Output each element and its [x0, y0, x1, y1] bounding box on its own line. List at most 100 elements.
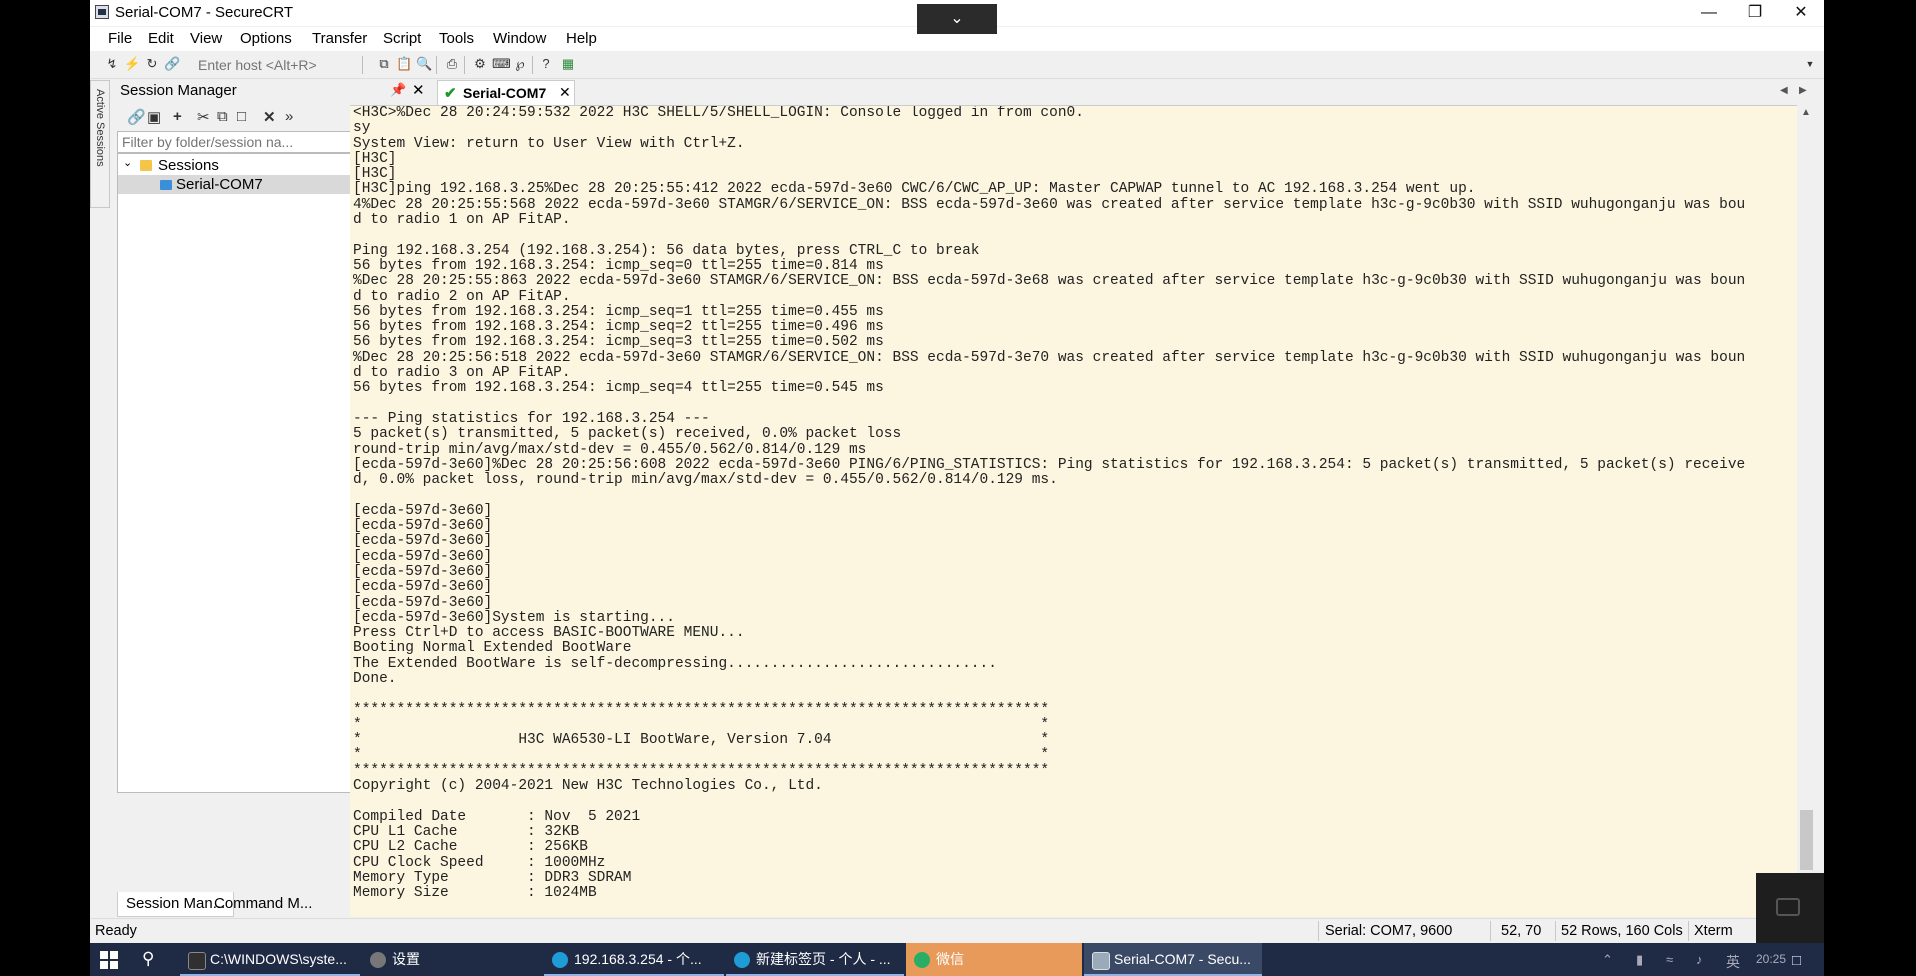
tab-command-manager[interactable]: Command M... — [206, 892, 320, 916]
folder-icon — [140, 160, 152, 171]
title-bar: Serial-COM7 - SecureCRT ⌄ — ❐ ✕ — [90, 0, 1824, 34]
terminal-output: <H3C>%Dec 28 20:24:59:532 2022 H3C SHELL… — [353, 106, 1746, 902]
taskbar-item-label: Serial-COM7 - Secu... — [1114, 951, 1251, 967]
paste-icon[interactable]: 📋 — [396, 56, 412, 72]
edge-icon — [552, 952, 568, 968]
menu-view[interactable]: View — [190, 30, 222, 47]
find-icon[interactable]: 🔍 — [416, 56, 432, 72]
print-icon[interactable]: ⎙ — [444, 56, 460, 72]
menu-window[interactable]: Window — [493, 30, 546, 47]
taskbar-item-label: 192.168.3.254 - 个... — [574, 951, 702, 967]
cmd-icon — [188, 952, 206, 970]
status-separator — [1688, 921, 1689, 941]
menu-script[interactable]: Script — [383, 30, 421, 47]
sftp-icon[interactable]: ℘ — [512, 56, 528, 72]
active-sessions-label: Active Sessions — [94, 89, 106, 167]
help-icon[interactable]: ? — [538, 56, 554, 72]
copy-session-icon[interactable]: ⧉ — [217, 108, 228, 125]
session-tab-bar: ✔ Serial-COM7 ✕ ◀ ▶ — [437, 80, 1824, 105]
delete-icon[interactable]: ✕ — [263, 108, 276, 126]
app-icon — [95, 5, 109, 19]
screen-border-right — [1824, 0, 1916, 943]
new-session-icon[interactable]: + — [173, 108, 182, 125]
connect-icon[interactable]: ↯ — [104, 56, 120, 72]
keymap-icon[interactable]: ⌨ — [492, 56, 511, 72]
wechat-icon — [914, 952, 930, 968]
screen-border-left — [0, 0, 90, 943]
scroll-up-icon[interactable]: ▲ — [1801, 107, 1811, 118]
connected-check-icon: ✔ — [444, 85, 457, 102]
tab-serial-com7[interactable]: ✔ Serial-COM7 ✕ — [437, 80, 575, 105]
pin-icon[interactable]: 📌 — [390, 82, 406, 98]
close-panel-icon[interactable]: ✕ — [412, 81, 425, 99]
keyword-highlight-icon[interactable]: ▦ — [560, 56, 576, 72]
menu-help[interactable]: Help — [566, 30, 597, 47]
tab-scroll-left-icon[interactable]: ◀ — [1780, 85, 1788, 96]
more-icon[interactable]: » — [285, 108, 293, 125]
gear-icon — [370, 952, 386, 968]
floating-recorder-widget[interactable] — [1756, 873, 1824, 943]
menu-transfer[interactable]: Transfer — [312, 30, 367, 47]
notification-icon[interactable]: □ — [1792, 952, 1801, 969]
taskbar-item-settings[interactable]: 设置 — [362, 943, 542, 976]
toolbar-separator — [362, 56, 363, 74]
toolbar-overflow-icon[interactable]: ▼ — [1802, 56, 1818, 72]
menu-tools[interactable]: Tools — [439, 30, 474, 47]
collapse-arrow-icon[interactable]: ⌄ — [123, 156, 132, 169]
taskbar-item-label: 设置 — [392, 951, 420, 967]
paste-session-icon[interactable]: □ — [237, 108, 246, 125]
menu-options[interactable]: Options — [240, 30, 292, 47]
connect-tab-icon[interactable]: ↻ — [144, 56, 160, 72]
taskbar: ⚲ C:\WINDOWS\syste... 设置 192.168.3.254 -… — [90, 943, 1824, 976]
taskbar-item-wechat[interactable]: 微信 — [906, 943, 1082, 976]
minimize-button[interactable]: — — [1686, 0, 1732, 26]
quick-connect-icon[interactable]: ⚡ — [124, 56, 140, 72]
status-terminal-type: Xterm — [1694, 923, 1733, 939]
volume-icon[interactable]: ♪ — [1696, 952, 1703, 967]
status-connection: Serial: COM7, 9600 — [1325, 923, 1453, 939]
link-icon[interactable]: 🔗 — [127, 108, 146, 126]
taskbar-item-label: C:\WINDOWS\syste... — [210, 951, 347, 967]
search-icon[interactable]: ⚲ — [142, 949, 154, 969]
cut-icon[interactable]: ✂ — [197, 108, 210, 126]
tray-chevron-icon[interactable]: ⌃ — [1602, 952, 1613, 968]
taskbar-item-edge-2[interactable]: 新建标签页 - 个人 - ... — [726, 943, 904, 976]
session-manager-title: Session Manager — [120, 82, 237, 99]
taskbar-item-cmd[interactable]: C:\WINDOWS\syste... — [180, 943, 360, 976]
clock[interactable]: 20:25 — [1756, 952, 1786, 966]
host-input[interactable] — [198, 55, 358, 75]
terminal-area[interactable]: <H3C>%Dec 28 20:24:59:532 2022 H3C SHELL… — [350, 105, 1797, 917]
window-title: Serial-COM7 - SecureCRT — [115, 4, 294, 21]
scrollbar-thumb[interactable] — [1800, 810, 1813, 870]
close-tab-icon[interactable]: ✕ — [559, 84, 571, 101]
toolbar-separator — [532, 56, 533, 74]
wifi-icon[interactable]: ≈ — [1666, 952, 1673, 967]
reconnect-icon[interactable]: 🔗 — [164, 56, 180, 72]
session-manager-header: Session Manager 📌 ✕ — [115, 80, 429, 102]
copy-icon[interactable]: ⧉ — [376, 56, 392, 72]
tab-scroll-right-icon[interactable]: ▶ — [1799, 85, 1807, 96]
collapse-chevron-icon[interactable]: ⌄ — [917, 4, 997, 34]
edge-icon — [734, 952, 750, 968]
battery-icon[interactable]: ▮ — [1636, 952, 1643, 968]
menu-edit[interactable]: Edit — [148, 30, 174, 47]
windows-start-icon[interactable] — [100, 951, 118, 969]
terminal-scrollbar[interactable]: ▲ — [1798, 105, 1815, 916]
tab-label: Serial-COM7 — [463, 85, 547, 101]
taskbar-item-label: 新建标签页 - 个人 - ... — [756, 951, 891, 967]
settings-icon[interactable]: ⚙ — [472, 56, 488, 72]
session-icon — [160, 180, 172, 190]
tree-folder-label: Sessions — [158, 157, 219, 174]
taskbar-item-edge-1[interactable]: 192.168.3.254 - 个... — [544, 943, 724, 976]
status-cursor: 52, 70 — [1501, 923, 1542, 939]
close-button[interactable]: ✕ — [1778, 0, 1824, 26]
active-sessions-tab[interactable]: Active Sessions — [90, 80, 110, 208]
status-text: Ready — [95, 923, 137, 939]
restore-button[interactable]: ❐ — [1732, 0, 1778, 26]
taskbar-item-securecrt[interactable]: Serial-COM7 - Secu... — [1084, 943, 1262, 976]
connect-in-tab-icon[interactable]: ▣ — [147, 108, 161, 126]
ime-indicator[interactable]: 英 — [1726, 952, 1740, 972]
menu-file[interactable]: File — [108, 30, 132, 47]
securecrt-window: Serial-COM7 - SecureCRT ⌄ — ❐ ✕ File Edi… — [90, 0, 1824, 943]
toolbar-separator — [464, 56, 465, 74]
